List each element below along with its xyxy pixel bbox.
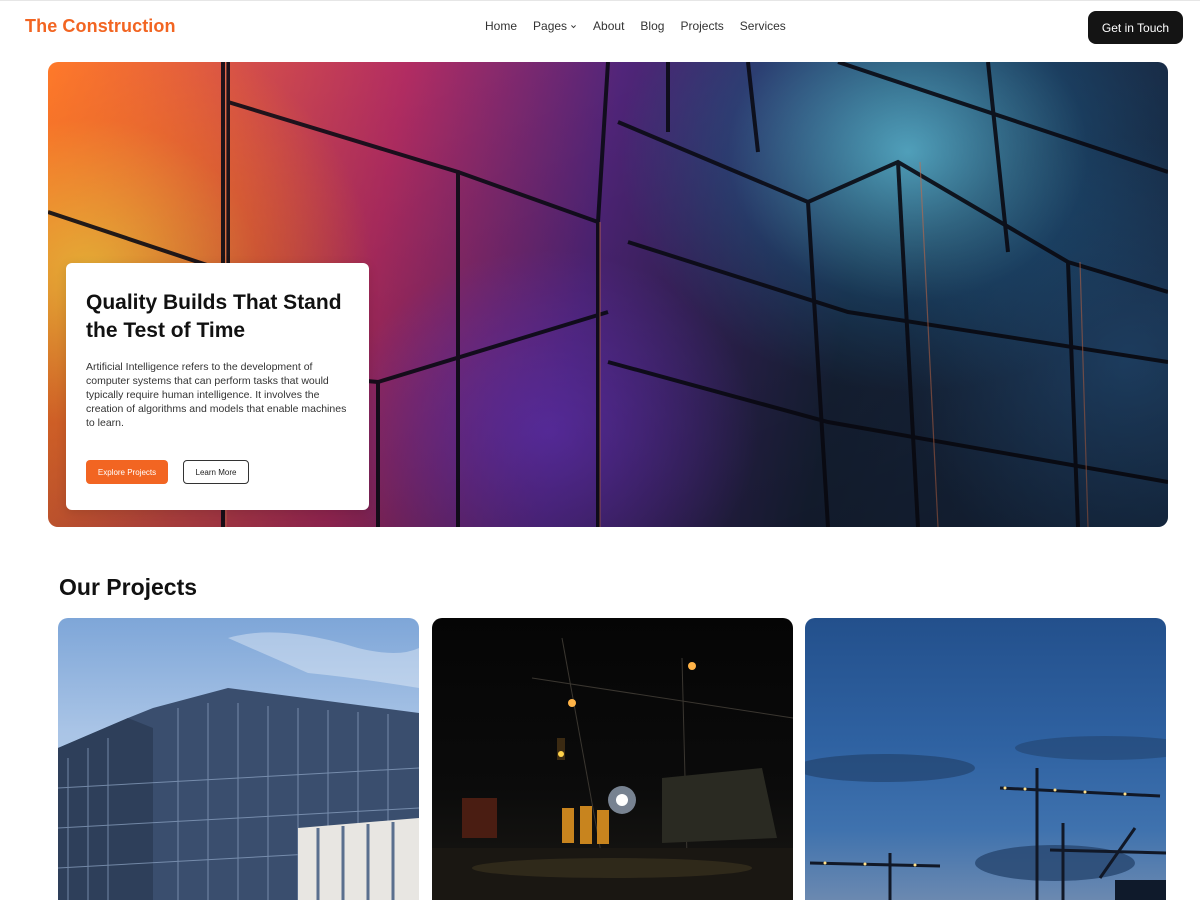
night-roadwork-image: [432, 637, 793, 900]
nav-projects-label: Projects: [680, 19, 724, 33]
nav-services-label: Services: [739, 19, 786, 33]
site-header: The Construction Home Pages About Blog P…: [0, 0, 1200, 54]
nav-services[interactable]: Services: [740, 19, 786, 33]
project-card-glass-building[interactable]: [58, 618, 419, 900]
nav-projects[interactable]: Projects: [680, 19, 723, 33]
glass-building-image: [58, 632, 419, 900]
hero-banner: Quality Builds That Stand the Test of Ti…: [48, 62, 1168, 527]
tower-cranes-image: [805, 736, 1166, 900]
hero-description: Artificial Intelligence refers to the de…: [86, 361, 347, 429]
chevron-down-icon: [571, 24, 576, 28]
hero-card: Quality Builds That Stand the Test of Ti…: [66, 263, 369, 510]
nav-about[interactable]: About: [593, 19, 624, 33]
nav-about-label: About: [593, 19, 625, 33]
nav-blog-label: Blog: [640, 19, 665, 33]
nav-pages-label: Pages: [533, 19, 568, 33]
hero-title: Quality Builds That Stand the Test of Ti…: [86, 291, 342, 342]
project-card-tower-cranes[interactable]: [805, 618, 1166, 900]
explore-projects-button[interactable]: Explore Projects: [86, 460, 168, 484]
main-nav: Home Pages About Blog Projects Services: [485, 19, 802, 33]
brand-logo[interactable]: The Construction: [25, 16, 176, 37]
nav-home[interactable]: Home: [485, 19, 517, 33]
nav-home-label: Home: [485, 19, 518, 33]
get-in-touch-button[interactable]: Get in Touch: [1088, 11, 1183, 44]
nav-blog[interactable]: Blog: [640, 19, 664, 33]
learn-more-button[interactable]: Learn More: [183, 460, 249, 484]
projects-section-title: Our Projects: [59, 574, 198, 600]
nav-pages[interactable]: Pages: [533, 19, 577, 33]
project-card-night-roadwork[interactable]: [432, 618, 793, 900]
